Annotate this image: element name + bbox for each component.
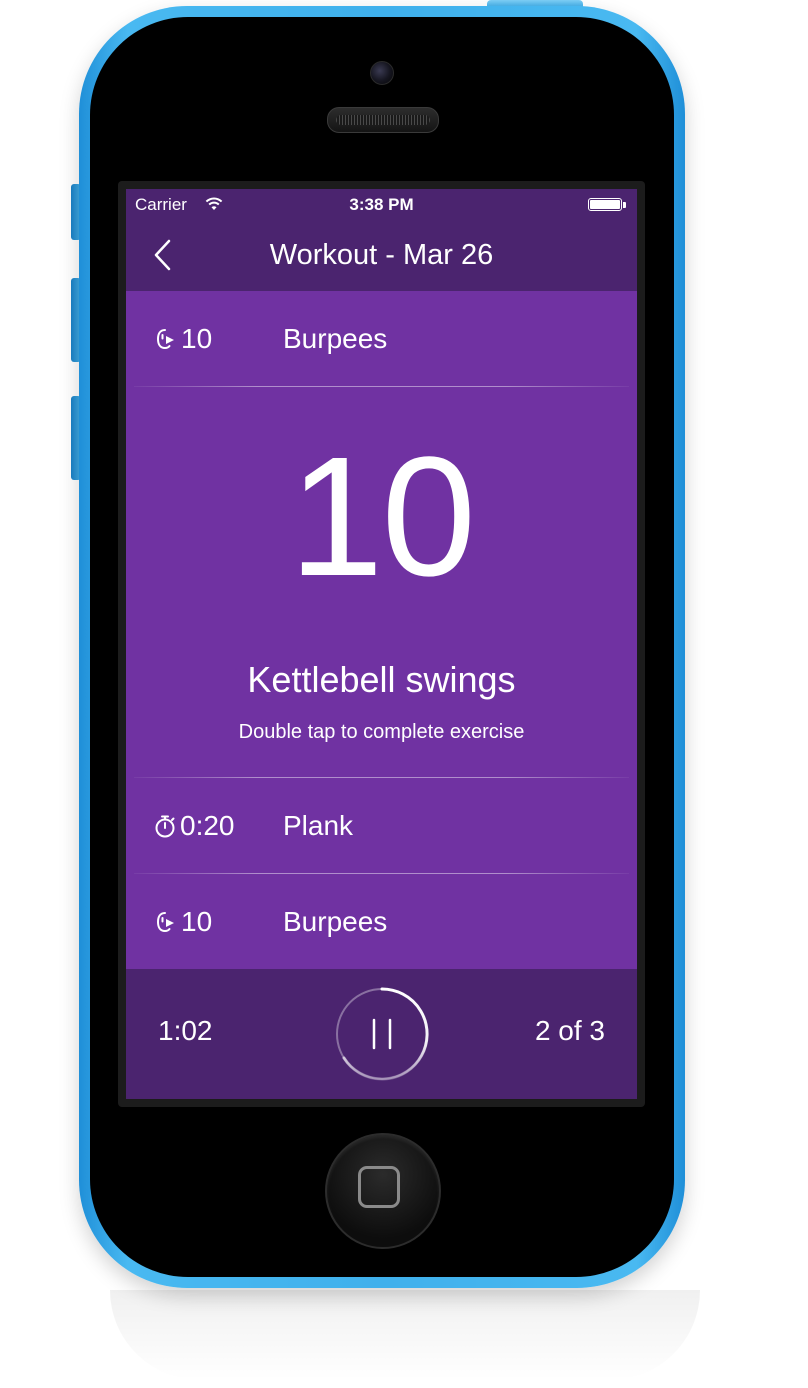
page-title: Workout - Mar 26: [269, 239, 494, 271]
battery-icon: [588, 198, 622, 211]
reps-icon: [156, 329, 174, 350]
current-rep-count: 10: [288, 422, 476, 612]
reps-icon: [156, 912, 174, 933]
exercise-name: Burpees: [283, 906, 388, 937]
exercise-name: Plank: [283, 810, 354, 841]
current-exercise-panel[interactable]: 10 Kettlebell swings Double tap to compl…: [126, 387, 637, 777]
workout-controls: 1:02 2 of 3: [126, 969, 637, 1099]
exercise-row-next[interactable]: 10 Burpees: [126, 874, 637, 970]
complete-hint: Double tap to complete exercise: [238, 721, 525, 743]
earpiece-speaker: [327, 107, 439, 133]
exercise-metric: 10: [181, 906, 213, 937]
current-exercise-name: Kettlebell swings: [247, 659, 516, 700]
app-screen: Carrier 3:38 PM Workout - Mar 26 10 Burp…: [126, 189, 637, 1099]
status-bar: Carrier 3:38 PM: [126, 189, 637, 219]
exercise-name: Burpees: [283, 323, 388, 354]
device-mockup: Carrier 3:38 PM Workout - Mar 26 10 Burp…: [0, 0, 808, 1388]
stopwatch-icon: [155, 815, 175, 838]
phone-reflection: [110, 1290, 700, 1380]
exercise-metric: 10: [181, 323, 213, 354]
status-time: 3:38 PM: [349, 195, 414, 214]
round-counter: 2 of 3: [534, 1015, 605, 1046]
exercise-row-previous[interactable]: 10 Burpees: [126, 291, 637, 387]
front-camera: [370, 61, 394, 85]
elapsed-time: 1:02: [158, 1015, 213, 1046]
home-button-square-icon: [358, 1166, 400, 1208]
exercise-metric: 0:20: [180, 810, 235, 841]
pause-button[interactable]: [334, 986, 430, 1082]
battery-level: [590, 200, 620, 209]
navigation-bar: Workout - Mar 26: [126, 219, 637, 291]
exercise-row-next[interactable]: 0:20 Plank: [126, 778, 637, 874]
battery-tip: [623, 202, 626, 208]
pause-icon: [336, 987, 429, 1081]
